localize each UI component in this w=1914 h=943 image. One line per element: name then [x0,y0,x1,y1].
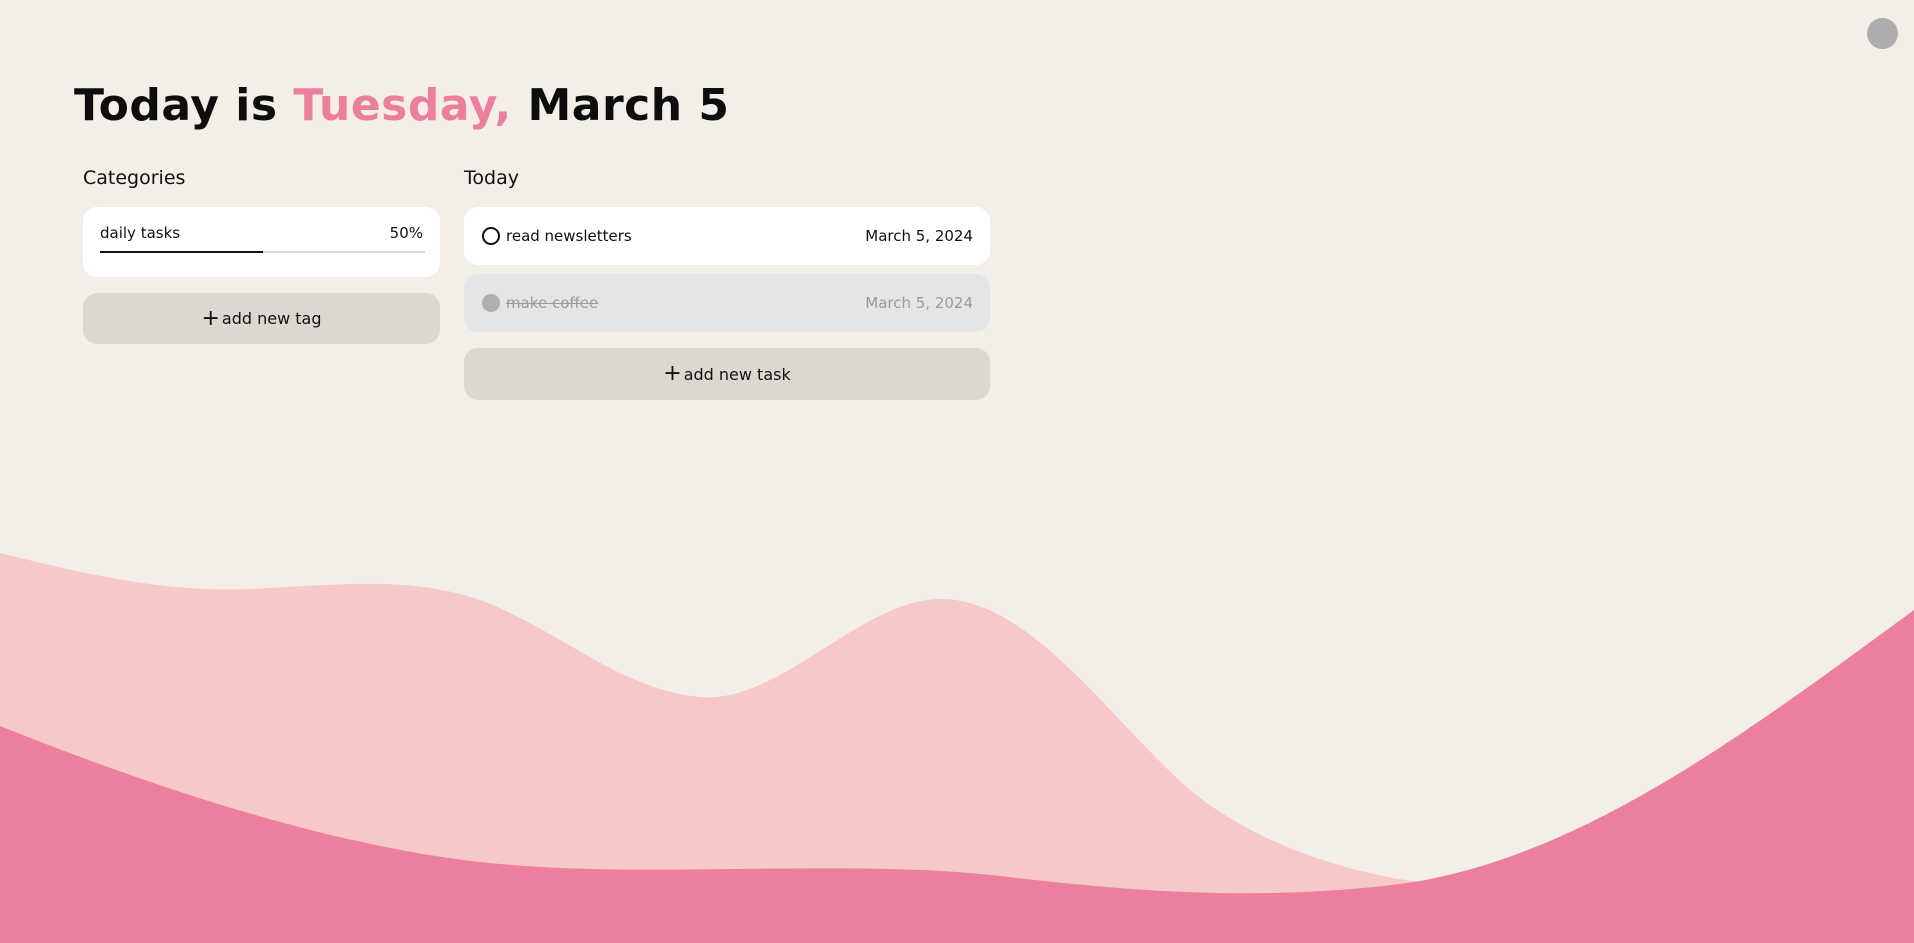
title-date: March 5 [511,80,730,131]
task-title: make coffee [506,294,599,312]
circle-outline-icon[interactable] [482,227,500,245]
task-row[interactable]: read newsletters March 5, 2024 [464,207,990,265]
title-prefix: Today is [74,80,294,131]
tag-name: daily tasks [100,224,181,242]
page-title: Today is Tuesday, March 5 [74,80,730,131]
add-task-button[interactable]: + add new task [464,348,990,400]
plus-icon: + [663,361,682,386]
plus-icon: + [201,305,220,331]
tag-card-daily-tasks[interactable]: daily tasks 50% [83,207,440,277]
tag-progress-fill [100,251,263,253]
tag-percent: 50% [389,224,423,242]
title-weekday: Tuesday, [293,80,512,131]
add-task-label: add new task [683,364,791,384]
categories-heading: Categories [83,167,186,189]
tag-progress-track [100,251,425,253]
task-title: read newsletters [506,227,632,245]
background-waves [0,553,1914,943]
app-page: Today is Tuesday, March 5 Categories dai… [0,0,1914,943]
task-date: March 5, 2024 [865,227,973,245]
add-tag-button[interactable]: + add new tag [83,293,440,344]
task-row-completed[interactable]: make coffee March 5, 2024 [464,274,990,332]
circle-filled-icon[interactable] [482,294,500,312]
profile-avatar[interactable] [1867,18,1898,49]
task-date: March 5, 2024 [865,294,973,312]
today-heading: Today [464,167,519,189]
add-tag-label: add new tag [221,309,322,328]
